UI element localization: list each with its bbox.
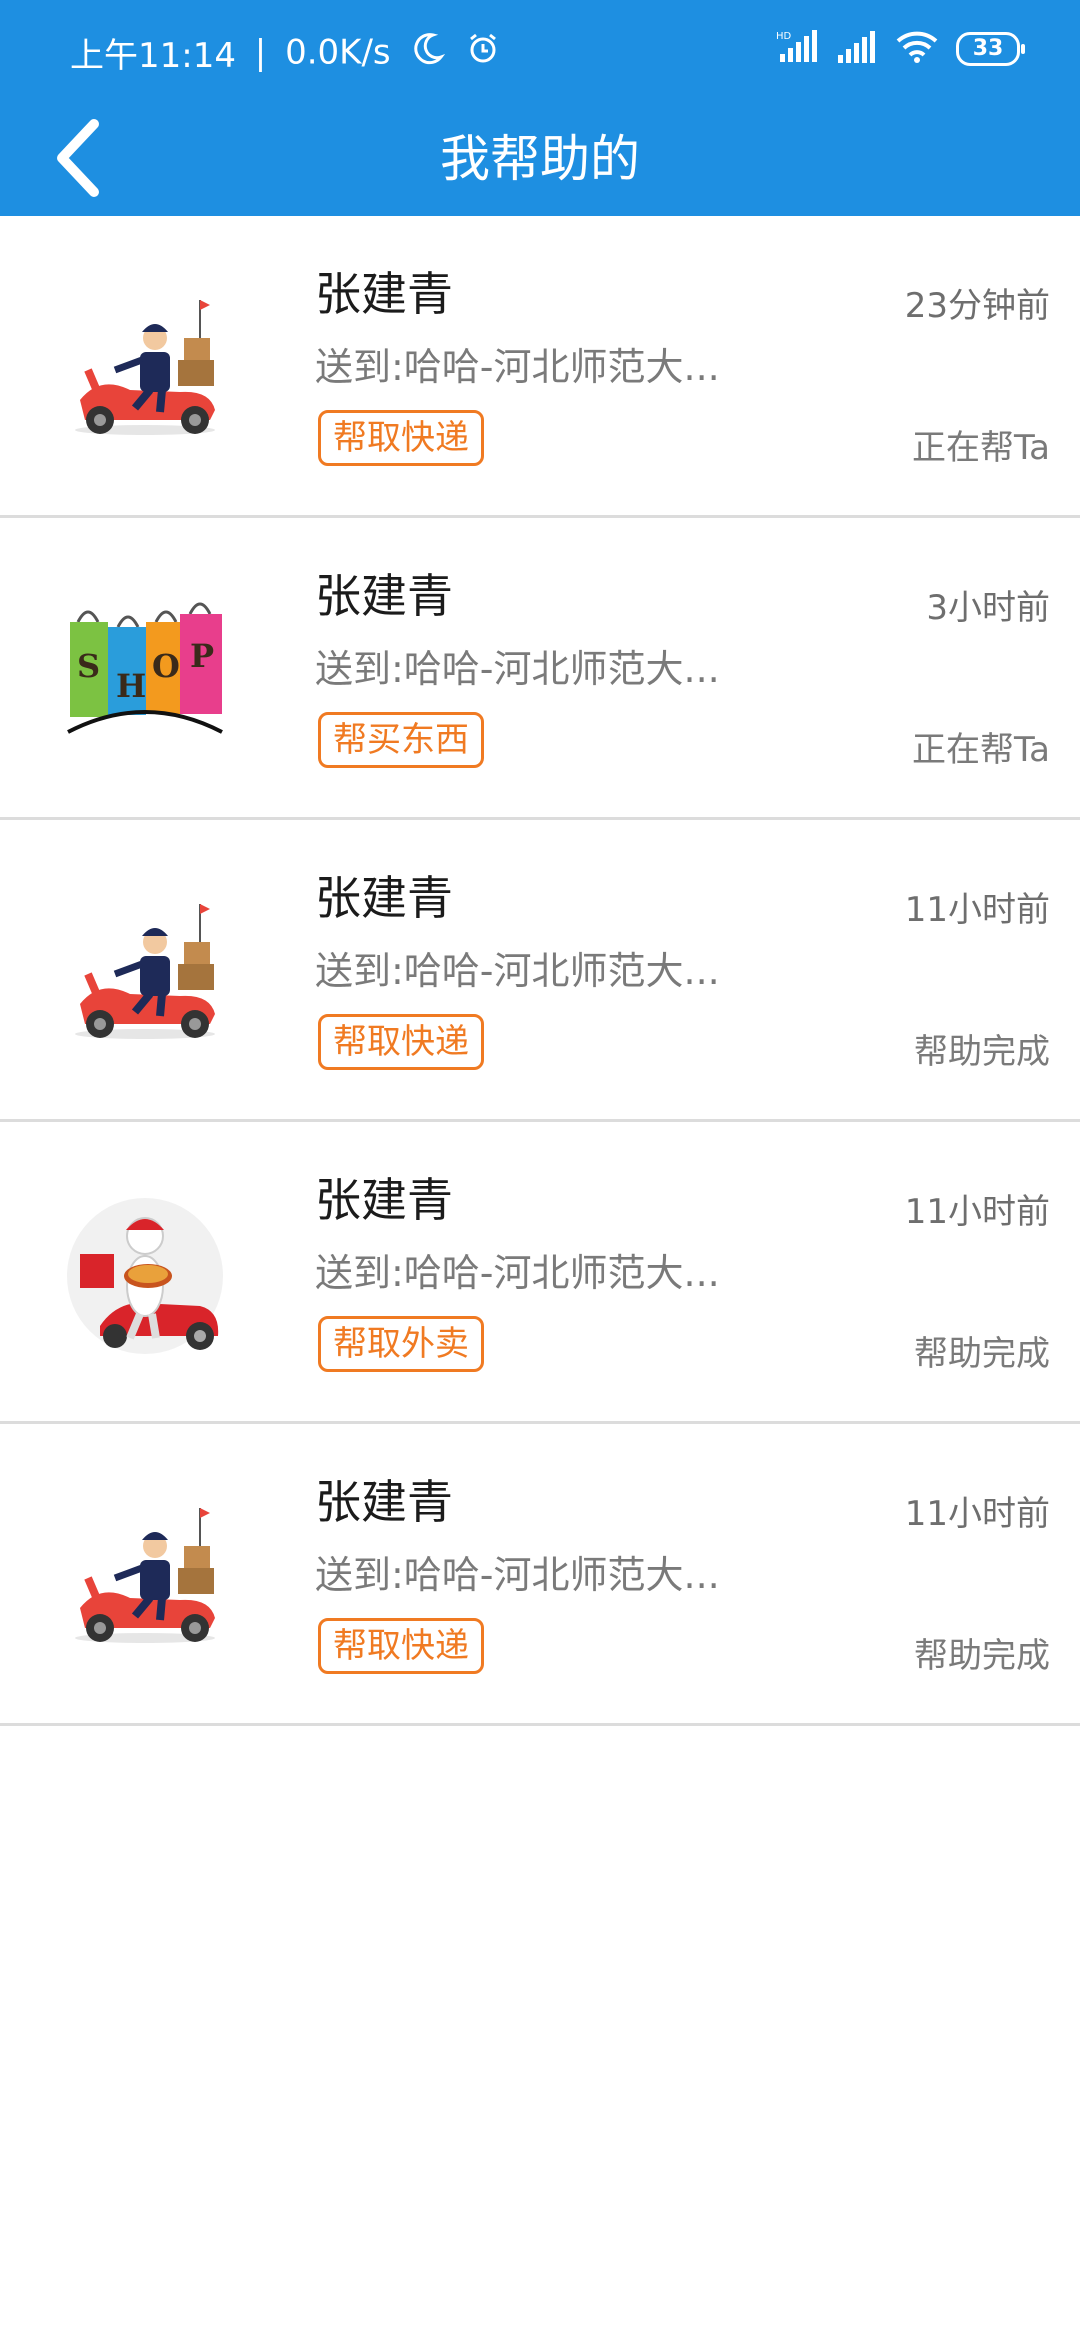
shop-letter: P [190, 637, 214, 675]
delivery-address: 送到:哈哈-河北师范大... [315, 647, 720, 691]
helper-name: 张建青 [315, 1173, 453, 1227]
status-text: 正在帮Ta [912, 428, 1050, 468]
status-bar: 上午11:14 | 0.0K/s HD 33 [0, 0, 1080, 102]
courier-scooter-icon [60, 1488, 230, 1658]
status-speed: 0.0K/s [285, 32, 391, 73]
battery-icon: 33 [956, 32, 1025, 66]
task-type-badge: 帮取外卖 [318, 1316, 484, 1372]
courier-scooter-icon [60, 280, 230, 450]
status-separator: | [254, 32, 267, 73]
list-item[interactable]: 张建青 送到:哈哈-河北师范大... 帮取外卖 11小时前 帮助完成 [0, 1122, 1080, 1424]
helper-name: 张建青 [315, 267, 453, 321]
alarm-icon [466, 31, 500, 74]
task-type-badge: 帮买东西 [318, 712, 484, 768]
moon-icon [411, 31, 446, 74]
status-text: 正在帮Ta [912, 730, 1050, 770]
wifi-icon [896, 31, 938, 67]
list-item[interactable]: 张建青 送到:哈哈-河北师范大... 帮取快递 11小时前 帮助完成 [0, 1424, 1080, 1726]
app-bar: 我帮助的 [0, 102, 1080, 216]
shop-letter: O [152, 647, 180, 685]
helper-name: 张建青 [315, 1475, 453, 1529]
task-type-badge: 帮取快递 [318, 1618, 484, 1674]
elapsed-time: 23分钟前 [904, 286, 1050, 326]
list-item[interactable]: 张建青 送到:哈哈-河北师范大... 帮取快递 23分钟前 正在帮Ta [0, 216, 1080, 518]
shop-letter: S [77, 647, 100, 685]
delivery-address: 送到:哈哈-河北师范大... [315, 1553, 720, 1597]
elapsed-time: 11小时前 [904, 890, 1050, 930]
helper-name: 张建青 [315, 569, 453, 623]
status-text: 帮助完成 [914, 1636, 1050, 1676]
list-item[interactable]: S H O P 张建青 送到:哈哈-河北师范大... 帮买东西 3小时前 正在帮… [0, 518, 1080, 820]
food-delivery-icon [60, 1186, 230, 1356]
delivery-address: 送到:哈哈-河北师范大... [315, 949, 720, 993]
list-item[interactable]: 张建青 送到:哈哈-河北师范大... 帮取快递 11小时前 帮助完成 [0, 820, 1080, 1122]
task-type-badge: 帮取快递 [318, 1014, 484, 1070]
elapsed-time: 11小时前 [904, 1494, 1050, 1534]
elapsed-time: 11小时前 [904, 1192, 1050, 1232]
helper-name: 张建青 [315, 871, 453, 925]
status-text: 帮助完成 [914, 1334, 1050, 1374]
help-order-list: 张建青 送到:哈哈-河北师范大... 帮取快递 23分钟前 正在帮Ta S H … [0, 216, 1080, 1726]
task-type-badge: 帮取快递 [318, 410, 484, 466]
svg-text:HD: HD [776, 31, 792, 42]
status-time: 上午11:14 [70, 36, 236, 76]
elapsed-time: 3小时前 [926, 588, 1050, 628]
shop-bags-icon: S H O P [60, 582, 230, 752]
hd-signal-icon: HD [776, 30, 820, 68]
delivery-address: 送到:哈哈-河北师范大... [315, 345, 720, 389]
shop-letter: H [116, 667, 146, 705]
courier-scooter-icon [60, 884, 230, 1054]
signal-icon [838, 31, 878, 67]
page-title: 我帮助的 [440, 130, 640, 188]
delivery-address: 送到:哈哈-河北师范大... [315, 1251, 720, 1295]
status-text: 帮助完成 [914, 1032, 1050, 1072]
